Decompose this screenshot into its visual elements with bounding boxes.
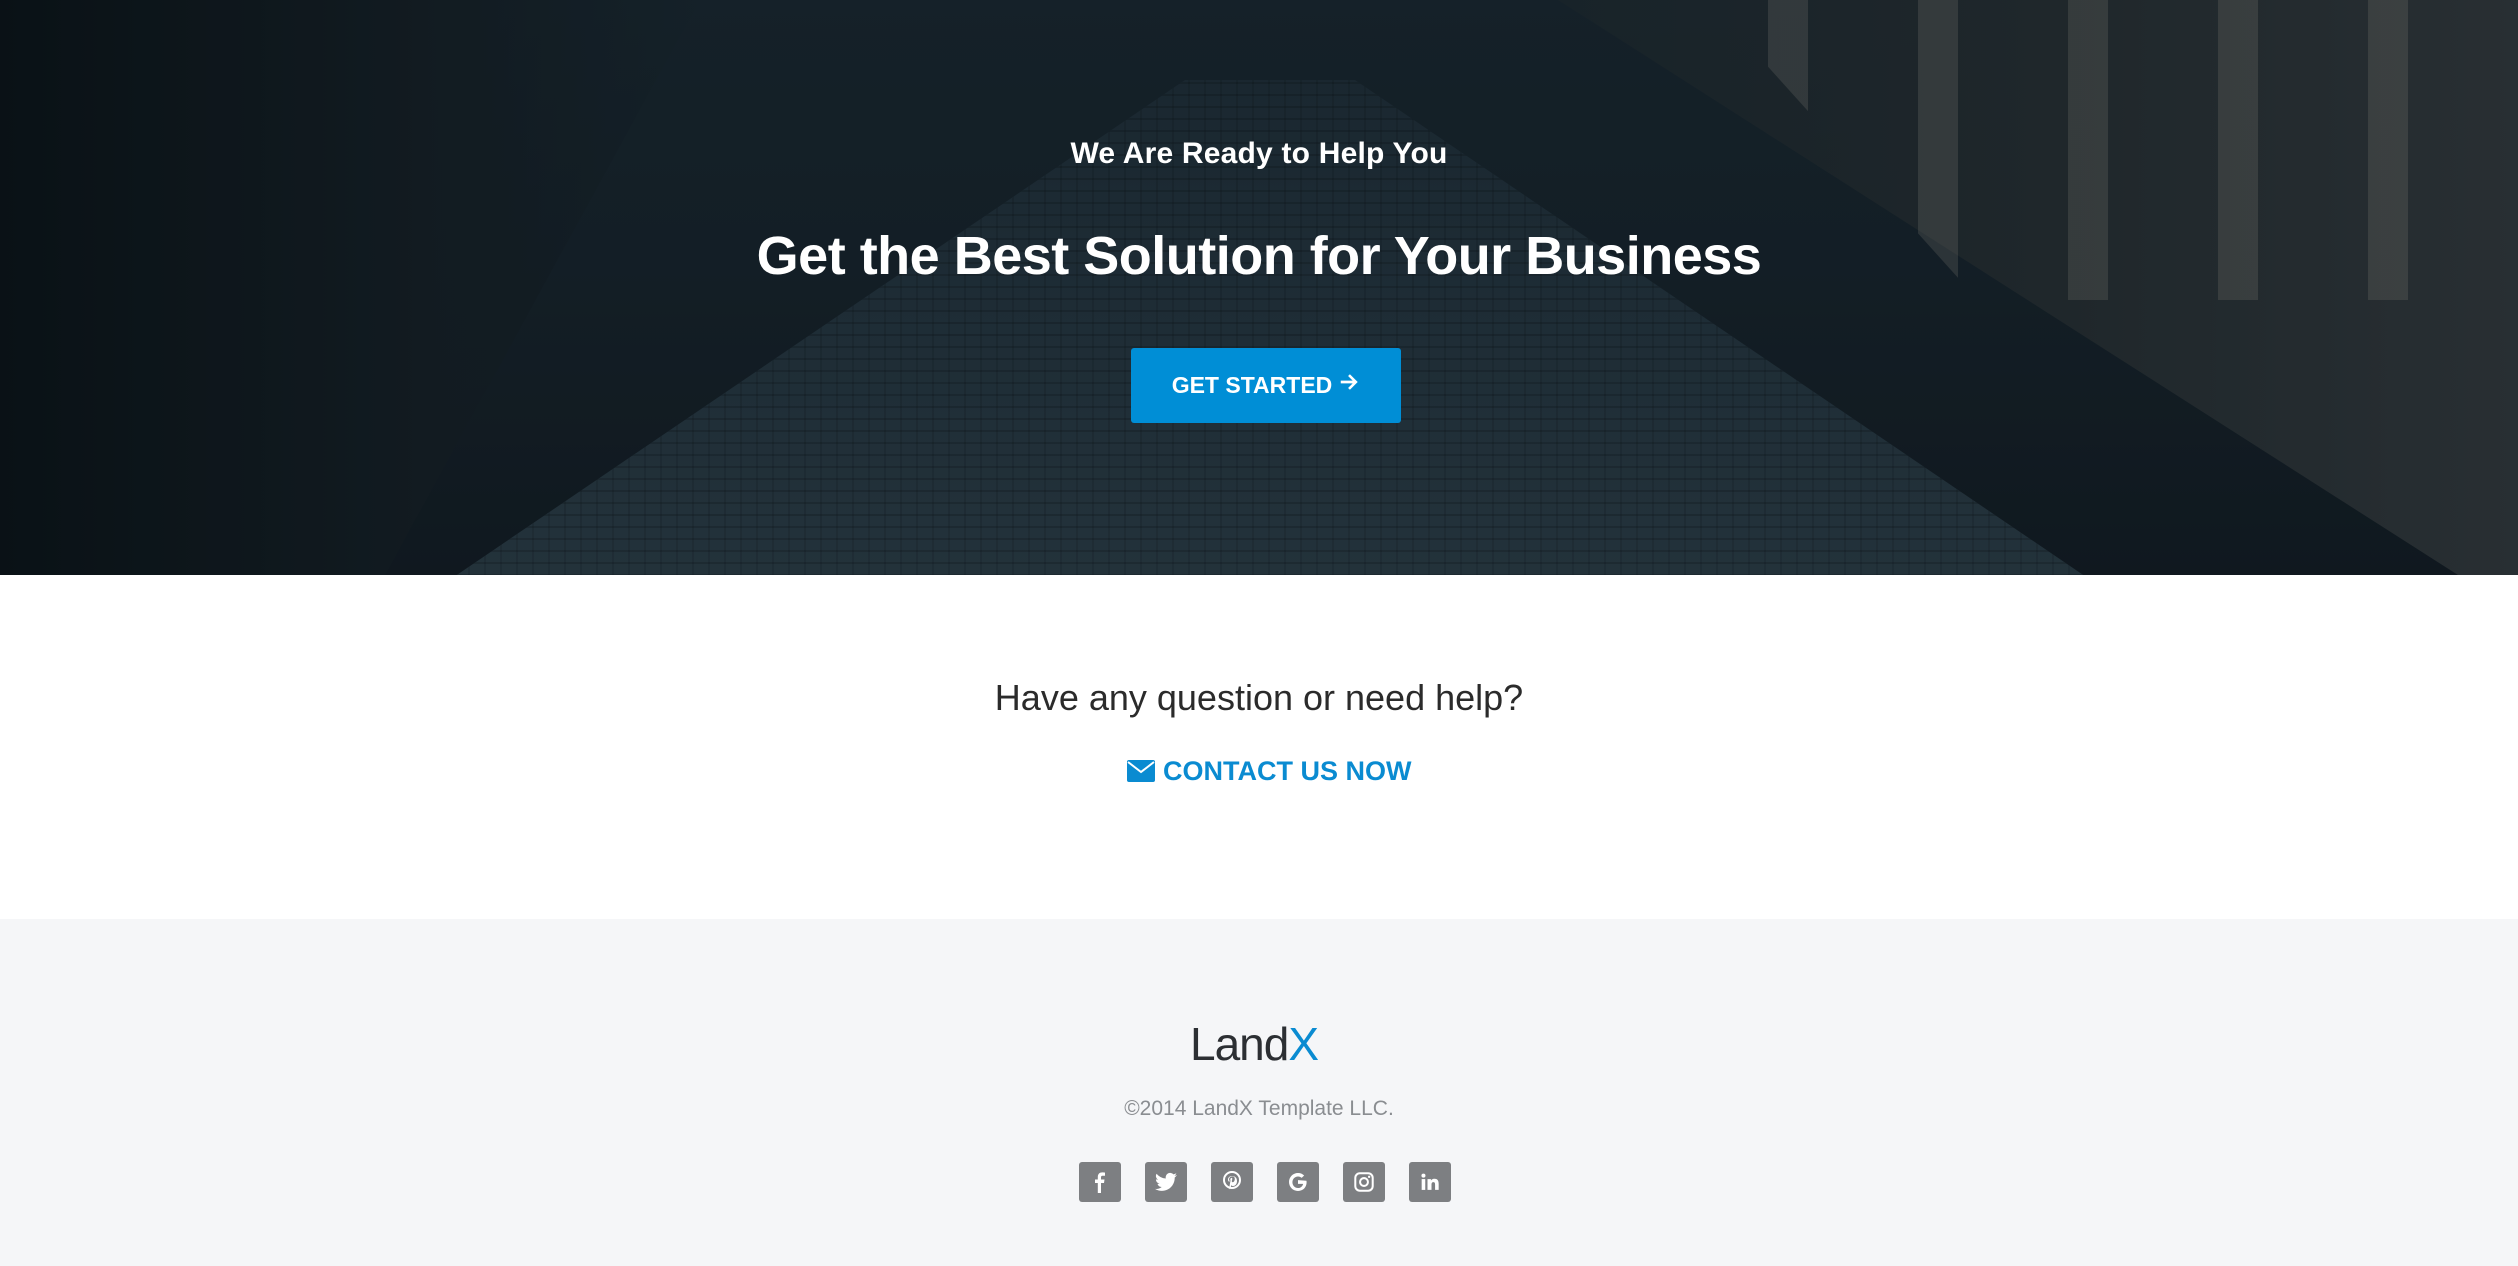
hero-content: We Are Ready to Help You Get the Best So… bbox=[0, 0, 2518, 575]
landx-logo[interactable]: LandX bbox=[1190, 1017, 1319, 1071]
logo-accent-text: X bbox=[1288, 1018, 1319, 1070]
pinterest-link[interactable] bbox=[1211, 1162, 1253, 1202]
help-section: Have any question or need help? CONTACT … bbox=[0, 575, 2518, 919]
instagram-link[interactable] bbox=[1343, 1162, 1385, 1202]
facebook-icon bbox=[1095, 1172, 1105, 1193]
get-started-label: GET STARTED bbox=[1171, 372, 1333, 398]
facebook-link[interactable] bbox=[1079, 1162, 1121, 1202]
contact-us-label: CONTACT US NOW bbox=[1163, 755, 1412, 786]
pinterest-icon bbox=[1223, 1171, 1241, 1190]
hero-section: We Are Ready to Help You Get the Best So… bbox=[0, 0, 2518, 575]
twitter-icon bbox=[1155, 1172, 1177, 1191]
hero-title: Get the Best Solution for Your Business bbox=[756, 226, 1762, 286]
google-link[interactable] bbox=[1277, 1162, 1319, 1202]
instagram-icon bbox=[1354, 1172, 1374, 1192]
logo-main-text: Land bbox=[1190, 1018, 1289, 1070]
footer: LandX ©2014 LandX Template LLC. bbox=[0, 919, 2518, 1266]
envelope-icon bbox=[1127, 760, 1155, 782]
get-started-button[interactable]: GET STARTED bbox=[1131, 348, 1401, 423]
linkedin-link[interactable] bbox=[1409, 1162, 1451, 1202]
google-icon bbox=[1289, 1173, 1307, 1191]
linkedin-icon bbox=[1421, 1173, 1439, 1190]
social-links bbox=[1079, 1162, 1451, 1202]
twitter-link[interactable] bbox=[1145, 1162, 1187, 1202]
arrow-right-icon bbox=[1338, 371, 1360, 400]
copyright-text: ©2014 LandX Template LLC. bbox=[1124, 1097, 1394, 1120]
contact-us-link[interactable]: CONTACT US NOW bbox=[1127, 751, 1411, 791]
help-question: Have any question or need help? bbox=[994, 677, 1524, 718]
hero-subtitle: We Are Ready to Help You bbox=[1070, 137, 1448, 170]
